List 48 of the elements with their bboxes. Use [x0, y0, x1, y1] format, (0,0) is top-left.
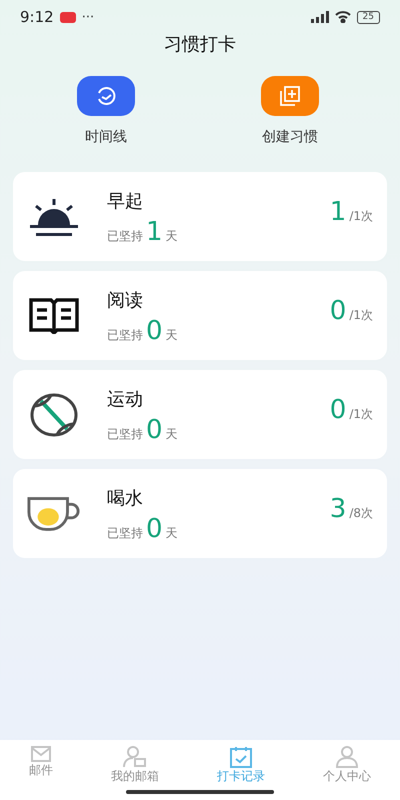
streak-count: 1 — [146, 218, 163, 244]
habit-name: 喝水 — [107, 486, 144, 510]
ball-icon — [29, 392, 79, 438]
streak-label: 已坚持 — [107, 524, 143, 542]
streak-unit: 天 — [166, 524, 178, 542]
book-icon — [29, 298, 79, 334]
calendar-check-icon — [229, 746, 253, 768]
streak-unit: 天 — [166, 326, 178, 344]
more-indicator: ··· — [82, 10, 94, 24]
streak-count: 0 — [146, 516, 163, 542]
target-count: /1次 — [349, 306, 373, 324]
target-count: /1次 — [349, 406, 373, 422]
battery-indicator: 25 — [356, 10, 380, 24]
streak-unit: 天 — [166, 426, 178, 442]
add-icon — [279, 85, 301, 107]
action-label: 创建习惯 — [262, 128, 318, 146]
create-button[interactable] — [261, 76, 319, 116]
action-label: 时间线 — [85, 128, 127, 146]
wifi-icon — [334, 11, 351, 23]
habit-card[interactable]: 阅读 已坚持 0 天 0/1次 — [13, 271, 387, 360]
mail-icon — [31, 746, 51, 762]
habit-name: 阅读 — [107, 288, 144, 312]
signal-icon — [310, 11, 329, 23]
done-count: 0 — [330, 396, 346, 422]
page-title: 习惯打卡 — [163, 33, 237, 57]
streak-label: 已坚持 — [107, 228, 143, 244]
habit-name: 运动 — [107, 388, 144, 410]
streak-count: 0 — [146, 416, 163, 442]
streak-unit: 天 — [166, 228, 178, 244]
habit-card[interactable]: 早起 已坚持 1 天 1/1次 — [13, 172, 387, 261]
person-mail-icon — [123, 746, 147, 768]
habit-card[interactable]: 运动 已坚持 0 天 0/1次 — [13, 370, 387, 459]
done-count: 0 — [330, 298, 346, 324]
target-count: /1次 — [349, 208, 373, 224]
done-count: 3 — [330, 496, 346, 522]
target-count: /8次 — [349, 504, 373, 522]
sunrise-icon — [28, 196, 80, 236]
streak-count: 0 — [146, 318, 163, 344]
status-time: 9:12 — [20, 8, 54, 26]
habit-card[interactable]: 喝水 已坚持 0 天 3/8次 — [13, 469, 387, 558]
streak-label: 已坚持 — [107, 426, 143, 442]
habit-name: 早起 — [107, 190, 144, 212]
cup-icon — [27, 496, 81, 532]
notification-icon — [60, 12, 76, 22]
person-icon — [335, 746, 359, 768]
timeline-button[interactable] — [77, 76, 135, 116]
streak-label: 已坚持 — [107, 326, 143, 344]
done-count: 1 — [330, 198, 346, 224]
